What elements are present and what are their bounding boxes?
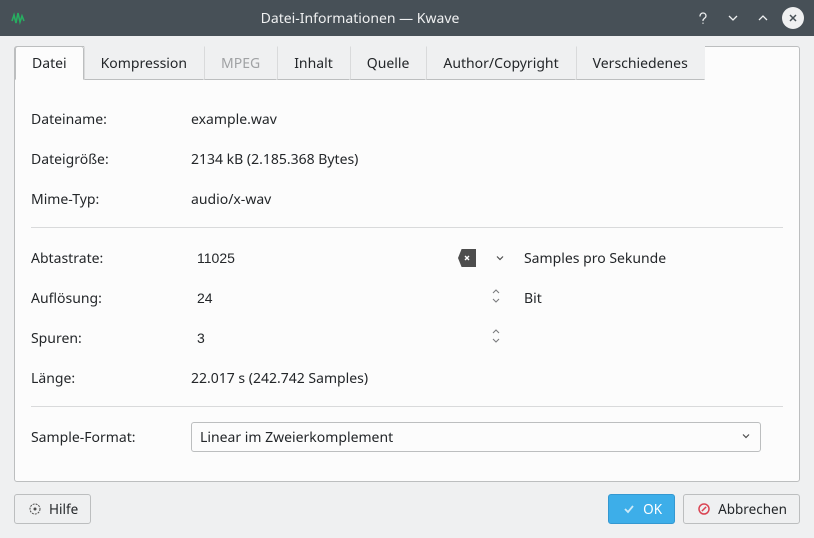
separator	[31, 406, 783, 407]
tab-mpeg: MPEG	[204, 46, 277, 80]
ok-label: OK	[643, 500, 662, 518]
cancel-button[interactable]: Abbrechen	[683, 494, 800, 524]
label-mimetype: Mime-Typ:	[31, 190, 191, 209]
window-title: Datei-Informationen — Kwave	[36, 9, 684, 28]
tracks-input[interactable]	[191, 325, 444, 352]
cancel-label: Abbrechen	[718, 500, 787, 518]
tracks-spinner[interactable]	[490, 326, 510, 350]
value-mimetype: audio/x-wav	[191, 190, 783, 209]
help-button[interactable]	[692, 7, 714, 29]
tab-content[interactable]: Inhalt	[277, 46, 350, 80]
label-samplerate: Abtastrate:	[31, 249, 191, 268]
tab-author[interactable]: Author/Copyright	[426, 46, 575, 80]
maximize-button[interactable]	[752, 7, 774, 29]
label-filesize: Dateigröße:	[31, 150, 191, 169]
close-button[interactable]	[782, 7, 804, 29]
value-length: 22.017 s (242.742 Samples)	[191, 369, 783, 388]
help-button[interactable]: Hilfe	[14, 494, 91, 524]
help-label: Hilfe	[49, 500, 78, 518]
label-sampleformat: Sample-Format:	[31, 428, 191, 447]
label-tracks: Spuren:	[31, 329, 191, 348]
help-icon	[27, 501, 43, 517]
separator	[31, 227, 783, 228]
check-icon	[621, 501, 637, 517]
titlebar: Datei-Informationen — Kwave	[0, 0, 814, 36]
tabbar: Datei Kompression MPEG Inhalt Quelle Aut…	[15, 47, 799, 81]
chevron-down-icon[interactable]	[490, 248, 510, 268]
ok-button[interactable]: OK	[608, 494, 675, 524]
label-filename: Dateiname:	[31, 110, 191, 129]
app-icon	[10, 9, 28, 27]
clear-icon[interactable]	[458, 249, 476, 267]
sampleformat-combo[interactable]: Linear im Zweierkomplement	[191, 422, 761, 452]
label-resolution: Auflösung:	[31, 289, 191, 308]
cancel-icon	[696, 501, 712, 517]
tab-misc[interactable]: Verschiedenes	[576, 46, 705, 80]
tab-panel-file: Dateiname: example.wav Dateigröße: 2134 …	[15, 81, 799, 481]
resolution-input[interactable]	[191, 285, 444, 312]
tab-container: Datei Kompression MPEG Inhalt Quelle Aut…	[14, 46, 800, 482]
value-filesize: 2134 kB (2.185.368 Bytes)	[191, 150, 783, 169]
resolution-spinner[interactable]	[490, 286, 510, 310]
label-length: Länge:	[31, 369, 191, 388]
samplerate-unit: Samples pro Sekunde	[524, 249, 666, 268]
tab-source[interactable]: Quelle	[350, 46, 427, 80]
resolution-unit: Bit	[524, 289, 542, 308]
samplerate-input[interactable]	[191, 245, 444, 272]
tab-file[interactable]: Datei	[15, 46, 84, 80]
chevron-down-icon	[740, 428, 752, 447]
minimize-button[interactable]	[722, 7, 744, 29]
tab-compression[interactable]: Kompression	[84, 46, 204, 80]
value-filename: example.wav	[191, 110, 783, 129]
sampleformat-value: Linear im Zweierkomplement	[200, 428, 740, 447]
dialog-footer: Hilfe OK Abbrechen	[14, 494, 800, 524]
